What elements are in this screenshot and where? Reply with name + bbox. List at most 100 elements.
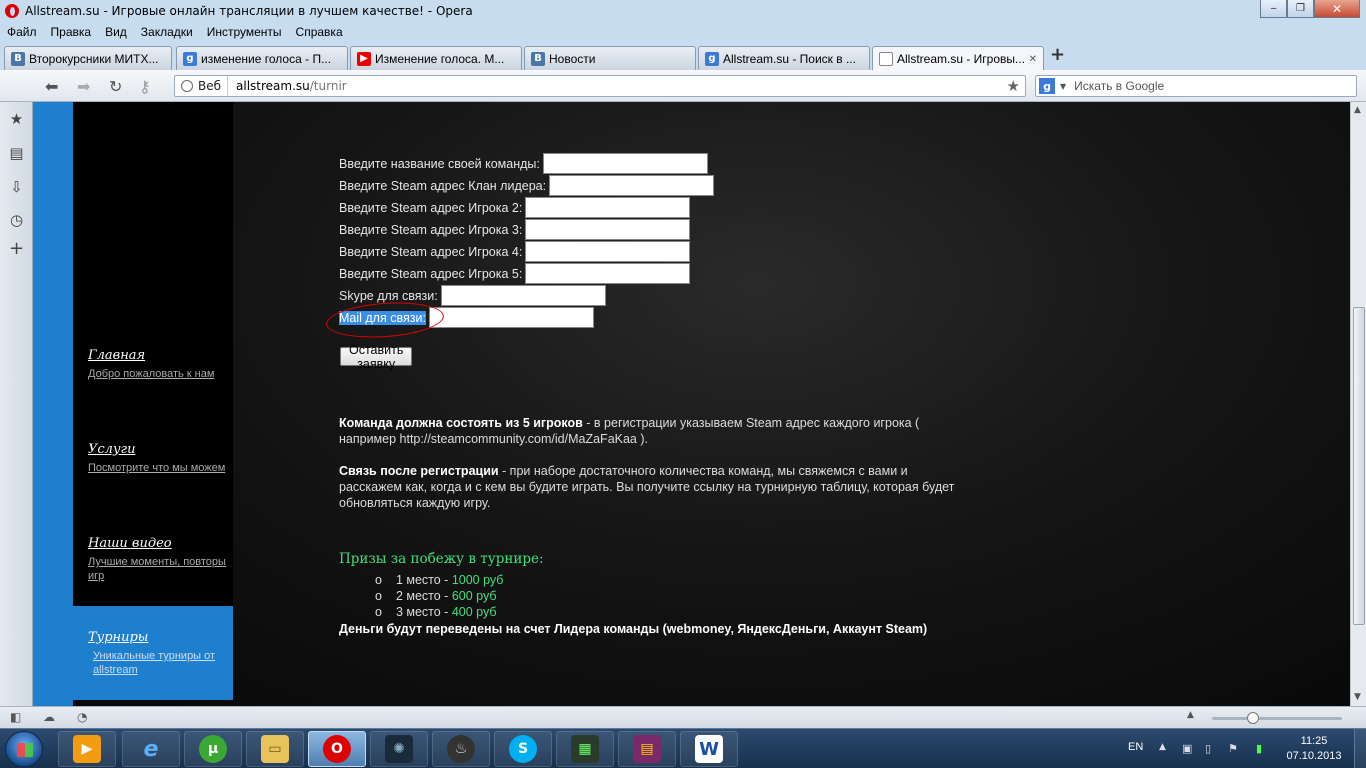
search-placeholder: Искать в Google <box>1074 79 1165 93</box>
taskbar-internet-explorer[interactable]: e <box>122 731 180 767</box>
nav-subtitle[interactable]: Добро пожаловать к нам <box>88 367 228 381</box>
add-panel-icon[interactable]: + <box>8 238 25 259</box>
taskbar-task-manager[interactable]: ▦ <box>556 731 614 767</box>
submit-application-button[interactable]: Оставить заявку <box>340 343 413 371</box>
player5-steam-label: Введите Steam адрес Игрока 5: <box>339 266 523 281</box>
nav-subtitle[interactable]: Посмотрите что мы можем <box>88 461 228 475</box>
nav-title[interactable]: Турниры <box>88 630 228 645</box>
player5-steam-row: Введите Steam адрес Игрока 5: <box>339 263 691 284</box>
player2-steam-input[interactable] <box>525 197 691 218</box>
taskbar-app-dark[interactable]: ✺ <box>370 731 428 767</box>
search-box[interactable]: g ▼ Искать в Google <box>1035 75 1357 97</box>
taskbar-word[interactable]: W <box>680 731 738 767</box>
tray-network-icon[interactable]: ▣ <box>1182 742 1192 755</box>
taskbar-skype[interactable]: S <box>494 731 552 767</box>
tab-vk-news[interactable]: B Новости <box>524 46 696 70</box>
taskbar-explorer[interactable]: ▭ <box>246 731 304 767</box>
bookmark-star-icon[interactable]: ★ <box>1007 77 1020 95</box>
close-button[interactable]: ✕ <box>1314 0 1360 18</box>
bookmarks-star-icon[interactable]: ★ <box>8 110 25 128</box>
nav-subtitle[interactable]: Лучшие моменты, повторы игр <box>88 555 228 583</box>
tab-google-voice[interactable]: g изменение голоса - П... <box>176 46 348 70</box>
cloud-icon[interactable]: ☁ <box>43 710 55 724</box>
minimize-button[interactable]: ‒ <box>1260 0 1287 18</box>
notes-icon[interactable]: ▤ <box>8 144 25 162</box>
prize-amount: 400 руб <box>451 605 497 619</box>
team-name-input[interactable] <box>542 153 708 174</box>
address-bar[interactable]: Веб allstream.su/turnir ★ <box>174 75 1026 97</box>
prize-payment-note: Деньги будут переведены на счет Лидера к… <box>339 622 928 636</box>
player3-steam-input[interactable] <box>525 219 691 240</box>
close-tab-icon[interactable]: ✕ <box>1029 54 1037 65</box>
zoom-slider-track[interactable] <box>1212 717 1342 720</box>
internet-explorer-icon: e <box>143 736 159 762</box>
nav-title[interactable]: Наши видео <box>88 536 228 551</box>
start-button[interactable] <box>5 731 43 767</box>
mail-input[interactable] <box>428 307 594 328</box>
bullet-icon: o <box>375 605 382 619</box>
player4-steam-row: Введите Steam адрес Игрока 4: <box>339 241 691 262</box>
speed-dial-icon[interactable]: ◔ <box>77 710 87 724</box>
vertical-scrollbar[interactable]: ▲ ▼ <box>1350 102 1366 706</box>
leader-steam-input[interactable] <box>549 175 715 196</box>
view-toggle-icon[interactable]: ▲ <box>1187 710 1194 720</box>
prize-place: 3 место - <box>395 605 452 619</box>
team-requirements-bold: Команда должна состоять из 5 игроков <box>339 416 583 430</box>
menu-help[interactable]: Справка <box>289 25 350 39</box>
tab-vk-classmates[interactable]: B Второкурсники МИТХ... <box>4 46 172 70</box>
show-desktop-button[interactable] <box>1354 729 1366 768</box>
tab-google-allstream[interactable]: g Allstream.su - Поиск в ... <box>698 46 870 70</box>
menu-edit[interactable]: Правка <box>44 25 99 39</box>
scroll-down-icon[interactable]: ▼ <box>1354 692 1361 702</box>
app-dark-icon: ✺ <box>385 735 413 763</box>
key-icon[interactable]: ⚷ <box>139 77 151 96</box>
back-icon[interactable]: ⬅ <box>45 77 58 96</box>
site-nav-videos[interactable]: Наши видео Лучшие моменты, повторы игр <box>88 536 228 583</box>
tab-allstream-active[interactable]: Allstream.su - Игровы... ✕ <box>872 46 1044 71</box>
maximize-button[interactable]: ❐ <box>1287 0 1314 18</box>
reload-icon[interactable]: ↻ <box>109 77 122 96</box>
player5-steam-input[interactable] <box>525 263 691 284</box>
zoom-slider-knob[interactable] <box>1247 712 1259 724</box>
web-badge[interactable]: Веб <box>175 76 229 96</box>
tray-device-icon[interactable]: ▯ <box>1205 742 1211 755</box>
tray-activity-icon[interactable]: ▮ <box>1256 742 1262 755</box>
panel-toggle-icon[interactable]: ◧ <box>10 710 21 724</box>
url-host: allstream.su <box>236 79 310 93</box>
tray-flag-icon[interactable]: ⚑ <box>1228 742 1238 755</box>
menu-view[interactable]: Вид <box>98 25 134 39</box>
tab-youtube-voice[interactable]: ▶ Изменение голоса. М... <box>350 46 522 70</box>
taskbar-media-player[interactable]: ▶ <box>58 731 116 767</box>
taskbar-opera[interactable]: O <box>308 731 366 767</box>
forward-icon[interactable]: ➡ <box>77 77 90 96</box>
new-tab-button[interactable]: + <box>1050 46 1066 64</box>
google-search-icon[interactable]: g <box>1039 78 1055 94</box>
tray-expand-icon[interactable]: ▲ <box>1159 742 1166 752</box>
chevron-down-icon[interactable]: ▼ <box>1060 82 1066 91</box>
menu-bookmarks[interactable]: Закладки <box>134 25 200 39</box>
page-content: Главная Добро пожаловать к нам Услуги По… <box>33 102 1350 706</box>
menu-tools[interactable]: Инструменты <box>200 25 289 39</box>
taskbar-utorrent[interactable]: µ <box>184 731 242 767</box>
skype-input[interactable] <box>440 285 606 306</box>
opera-icon: O <box>323 735 351 763</box>
language-indicator[interactable]: EN <box>1128 741 1143 753</box>
nav-title[interactable]: Услуги <box>88 442 228 457</box>
site-nav-home[interactable]: Главная Добро пожаловать к нам <box>88 348 228 381</box>
nav-title[interactable]: Главная <box>88 348 228 363</box>
site-nav-tournaments[interactable]: Турниры Уникальные турниры от allstream <box>88 630 228 677</box>
scroll-thumb[interactable] <box>1353 307 1365 625</box>
history-clock-icon[interactable]: ◷ <box>8 211 25 229</box>
downloads-icon[interactable]: ⇩ <box>8 178 25 196</box>
prize-item: o 3 место - 400 руб <box>375 605 497 619</box>
taskbar-steam[interactable]: ♨ <box>432 731 490 767</box>
system-clock[interactable]: 11:25 07.10.2013 <box>1286 734 1342 764</box>
site-nav-services[interactable]: Услуги Посмотрите что мы можем <box>88 442 228 475</box>
player4-steam-input[interactable] <box>525 241 691 262</box>
nav-subtitle[interactable]: Уникальные турниры от allstream <box>93 649 228 677</box>
url-text[interactable]: allstream.su/turnir <box>236 79 347 93</box>
taskbar-winrar[interactable]: ▤ <box>618 731 676 767</box>
menu-file[interactable]: Файл <box>0 25 44 39</box>
scroll-up-icon[interactable]: ▲ <box>1354 105 1361 115</box>
skype-icon: S <box>509 735 537 763</box>
